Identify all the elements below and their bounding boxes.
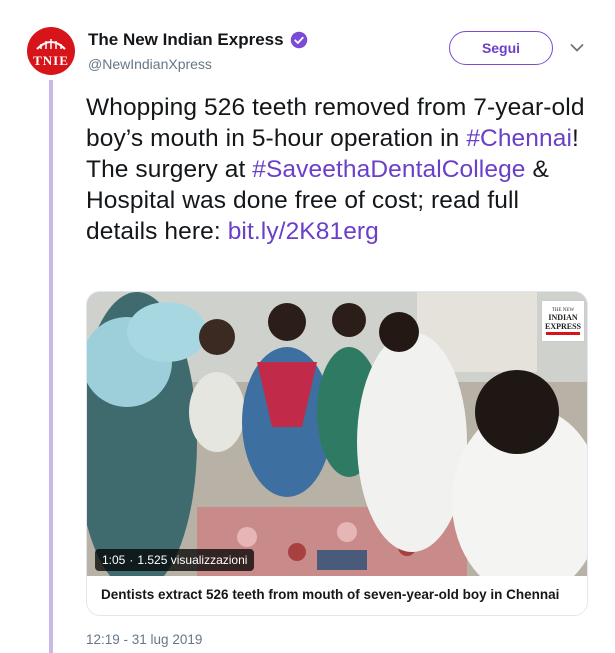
thread-line (49, 80, 53, 653)
tweet-text: Whopping 526 teeth removed from 7-year-o… (86, 92, 591, 247)
url-link[interactable]: bit.ly/2K81erg (228, 218, 379, 245)
logo-bar (546, 331, 580, 335)
channel-logo: THE NEW INDIAN EXPRESS (541, 300, 585, 342)
video-player[interactable]: THE NEW INDIAN EXPRESS 1:05 · 1.525 visu… (87, 292, 587, 576)
handle[interactable]: @NewIndianXpress (88, 56, 308, 72)
logo-line2: INDIAN (548, 312, 578, 322)
hashtag-link[interactable]: #SaveethaDentalCollege (252, 156, 525, 183)
chevron-down-icon[interactable] (570, 43, 584, 53)
media-card[interactable]: THE NEW INDIAN EXPRESS 1:05 · 1.525 visu… (86, 291, 588, 616)
avatar[interactable]: TNIE (27, 27, 75, 75)
badge-separator: · (129, 553, 134, 567)
display-name[interactable]: The New Indian Express (88, 30, 284, 50)
verified-icon (290, 31, 307, 49)
tweet-text-part: ! (572, 125, 579, 152)
card-title[interactable]: Dentists extract 526 teeth from mouth of… (101, 587, 559, 602)
tweet-header: The New Indian Express @NewIndianXpress (88, 30, 308, 72)
avatar-label: TNIE (33, 53, 69, 68)
logo-line3: EXPRESS (544, 321, 581, 331)
tweet-text-part: The surgery at (86, 156, 253, 183)
follow-button[interactable]: Segui (449, 31, 553, 65)
view-count: 1.525 visualizzazioni (137, 553, 248, 567)
video-thumbnail (87, 292, 587, 576)
video-badge: 1:05 · 1.525 visualizzazioni (95, 549, 255, 571)
hashtag-link[interactable]: #Chennai (466, 125, 572, 152)
timestamp[interactable]: 12:19 - 31 lug 2019 (86, 632, 202, 647)
video-duration: 1:05 (102, 553, 126, 567)
